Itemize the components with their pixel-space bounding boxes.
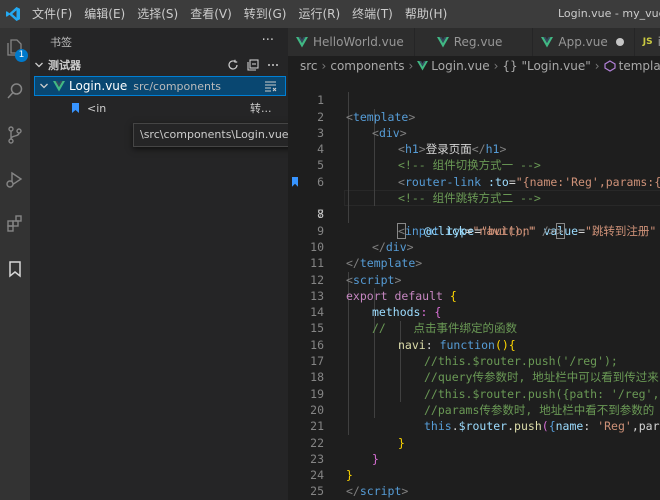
menu-terminal[interactable]: 终端(T) bbox=[346, 0, 399, 28]
sidebar: 书签 ··· 测试器 Login.vue src/components <in … bbox=[30, 28, 296, 500]
code-line: 11 <script> bbox=[288, 239, 660, 286]
code-line: 26 bbox=[288, 484, 660, 500]
code-line: 4 <!-- 组件切换方式一 --> bbox=[288, 125, 660, 172]
file-name: Login.vue bbox=[69, 79, 128, 93]
breadcrumb-component[interactable]: {} "Login.vue" bbox=[502, 59, 590, 73]
menu-selection[interactable]: 选择(S) bbox=[131, 0, 184, 28]
vue-icon bbox=[417, 61, 429, 71]
code-line: 13 methods: { bbox=[288, 272, 660, 319]
code-line: 10 </template> bbox=[288, 223, 660, 270]
refresh-icon[interactable] bbox=[226, 58, 240, 72]
code-line: 15 navi: function(){ bbox=[288, 304, 660, 351]
chevron-right-icon: › bbox=[408, 59, 414, 73]
bookmark-line-item[interactable]: <in 转... bbox=[30, 98, 288, 118]
menu-edit[interactable]: 编辑(E) bbox=[78, 0, 131, 28]
section-title: 测试器 bbox=[48, 59, 81, 72]
window-title: Login.vue - my_vue_p bbox=[558, 7, 660, 20]
tab-helloworld[interactable]: HelloWorld.vue bbox=[288, 28, 415, 56]
element-icon bbox=[604, 60, 616, 72]
run-debug-icon[interactable] bbox=[0, 162, 30, 196]
collapse-all-icon[interactable] bbox=[246, 58, 260, 72]
chevron-right-icon: › bbox=[321, 59, 327, 73]
tab-label: Reg.vue bbox=[453, 35, 503, 49]
activity-bar: 1 bbox=[0, 28, 30, 500]
path-tooltip: \src\components\Login.vue bbox=[133, 123, 296, 147]
breadcrumb-file[interactable]: Login.vue bbox=[431, 59, 489, 73]
vscode-logo-icon bbox=[0, 0, 26, 28]
code-editor[interactable]: 1 <template> 2 <div> 3 <h1>登录页面</h1> 4 <… bbox=[288, 76, 660, 500]
breadcrumb-template[interactable]: template bbox=[619, 59, 660, 73]
bookmark-file-item[interactable]: Login.vue src/components bbox=[34, 76, 286, 96]
code-line: 23 } bbox=[288, 435, 660, 482]
tab-label: HelloWorld.vue bbox=[313, 35, 404, 49]
code-line: 5 <router-link :to="{name:'Reg',params:{… bbox=[288, 141, 660, 188]
menu-file[interactable]: 文件(F) bbox=[26, 0, 78, 28]
tab-inc[interactable]: JS inc bbox=[634, 28, 660, 56]
code-line: 17 //query传参数时, 地址栏中可以看到传过来 bbox=[288, 337, 660, 384]
code-line: 25 bbox=[288, 467, 660, 498]
code-line: 12 export default { bbox=[288, 255, 660, 303]
vue-icon bbox=[296, 36, 308, 48]
code-line: 20 this.$router.push({name: 'Reg',param bbox=[288, 386, 660, 433]
chevron-right-icon: › bbox=[493, 59, 499, 73]
bookmark-icon[interactable] bbox=[292, 176, 298, 187]
code-line: 18 //this.$router.push({path: '/reg',qu bbox=[288, 353, 660, 400]
code-line: 1 <template> bbox=[288, 76, 660, 123]
section-toolbar bbox=[226, 56, 280, 74]
chevron-down-icon bbox=[30, 60, 48, 70]
code-line: 6 <!-- 组件跳转方式二 --> bbox=[288, 158, 660, 205]
breadcrumb: src › components › Login.vue › {} "Login… bbox=[288, 56, 660, 76]
bookmark-icon bbox=[72, 103, 79, 113]
menu-view[interactable]: 查看(V) bbox=[184, 0, 238, 28]
vue-icon bbox=[436, 36, 449, 48]
chevron-down-icon bbox=[35, 81, 53, 91]
editor-tabs: HelloWorld.vue Reg.vue App.vue JS inc bbox=[288, 28, 660, 56]
section-more-icon[interactable] bbox=[266, 58, 280, 72]
code-line: 24 </script> bbox=[288, 451, 660, 498]
code-line: 21 } bbox=[288, 402, 660, 449]
bookmark-line-suffix: 转... bbox=[250, 102, 272, 115]
code-line: 8 @click="navi();" />> bbox=[288, 190, 660, 239]
extensions-icon[interactable] bbox=[0, 206, 30, 240]
code-line: 16 //this.$router.push('/reg'); bbox=[288, 321, 660, 368]
code-line: 9 </div> bbox=[288, 206, 660, 254]
tab-label: App.vue bbox=[558, 35, 608, 49]
search-icon[interactable] bbox=[0, 74, 30, 108]
code-line: 19 //params传参数时, 地址栏中看不到参数的 bbox=[288, 369, 660, 417]
chevron-right-icon: › bbox=[594, 59, 600, 73]
menu-bar: 文件(F) 编辑(E) 选择(S) 查看(V) 转到(G) 运行(R) 终端(T… bbox=[26, 0, 453, 28]
vue-icon bbox=[53, 80, 65, 92]
menu-go[interactable]: 转到(G) bbox=[238, 0, 293, 28]
unsaved-dot-icon[interactable] bbox=[615, 38, 624, 46]
file-path: src/components bbox=[133, 79, 222, 93]
explorer-icon[interactable]: 1 bbox=[0, 30, 30, 64]
source-control-icon[interactable] bbox=[0, 118, 30, 152]
menu-help[interactable]: 帮助(H) bbox=[399, 0, 453, 28]
bookmark-line-text: <in bbox=[87, 101, 107, 115]
more-actions-icon[interactable]: ··· bbox=[262, 33, 274, 48]
clear-bookmarks-icon[interactable] bbox=[264, 80, 277, 95]
menu-run[interactable]: 运行(R) bbox=[292, 0, 346, 28]
vue-icon bbox=[541, 36, 554, 48]
tab-app[interactable]: App.vue bbox=[533, 28, 635, 56]
breadcrumb-components[interactable]: components bbox=[330, 59, 404, 73]
sidebar-title: 书签 bbox=[50, 35, 72, 49]
title-bar: 文件(F) 编辑(E) 选择(S) 查看(V) 转到(G) 运行(R) 终端(T… bbox=[0, 0, 660, 28]
code-line: 3 <h1>登录页面</h1> bbox=[288, 109, 660, 156]
explorer-badge: 1 bbox=[15, 49, 28, 62]
code-line: 2 <div> bbox=[288, 92, 660, 140]
code-line: 7 <input type="button" value="跳转到注册" bbox=[288, 174, 660, 239]
code-line: 14 // 点击事件绑定的函数 bbox=[288, 288, 660, 335]
tab-reg[interactable]: Reg.vue bbox=[414, 28, 534, 56]
bookmarks-icon[interactable] bbox=[0, 252, 30, 286]
js-icon: JS bbox=[642, 37, 653, 47]
code-line: 22 } bbox=[288, 418, 660, 466]
breadcrumb-src[interactable]: src bbox=[300, 59, 318, 73]
